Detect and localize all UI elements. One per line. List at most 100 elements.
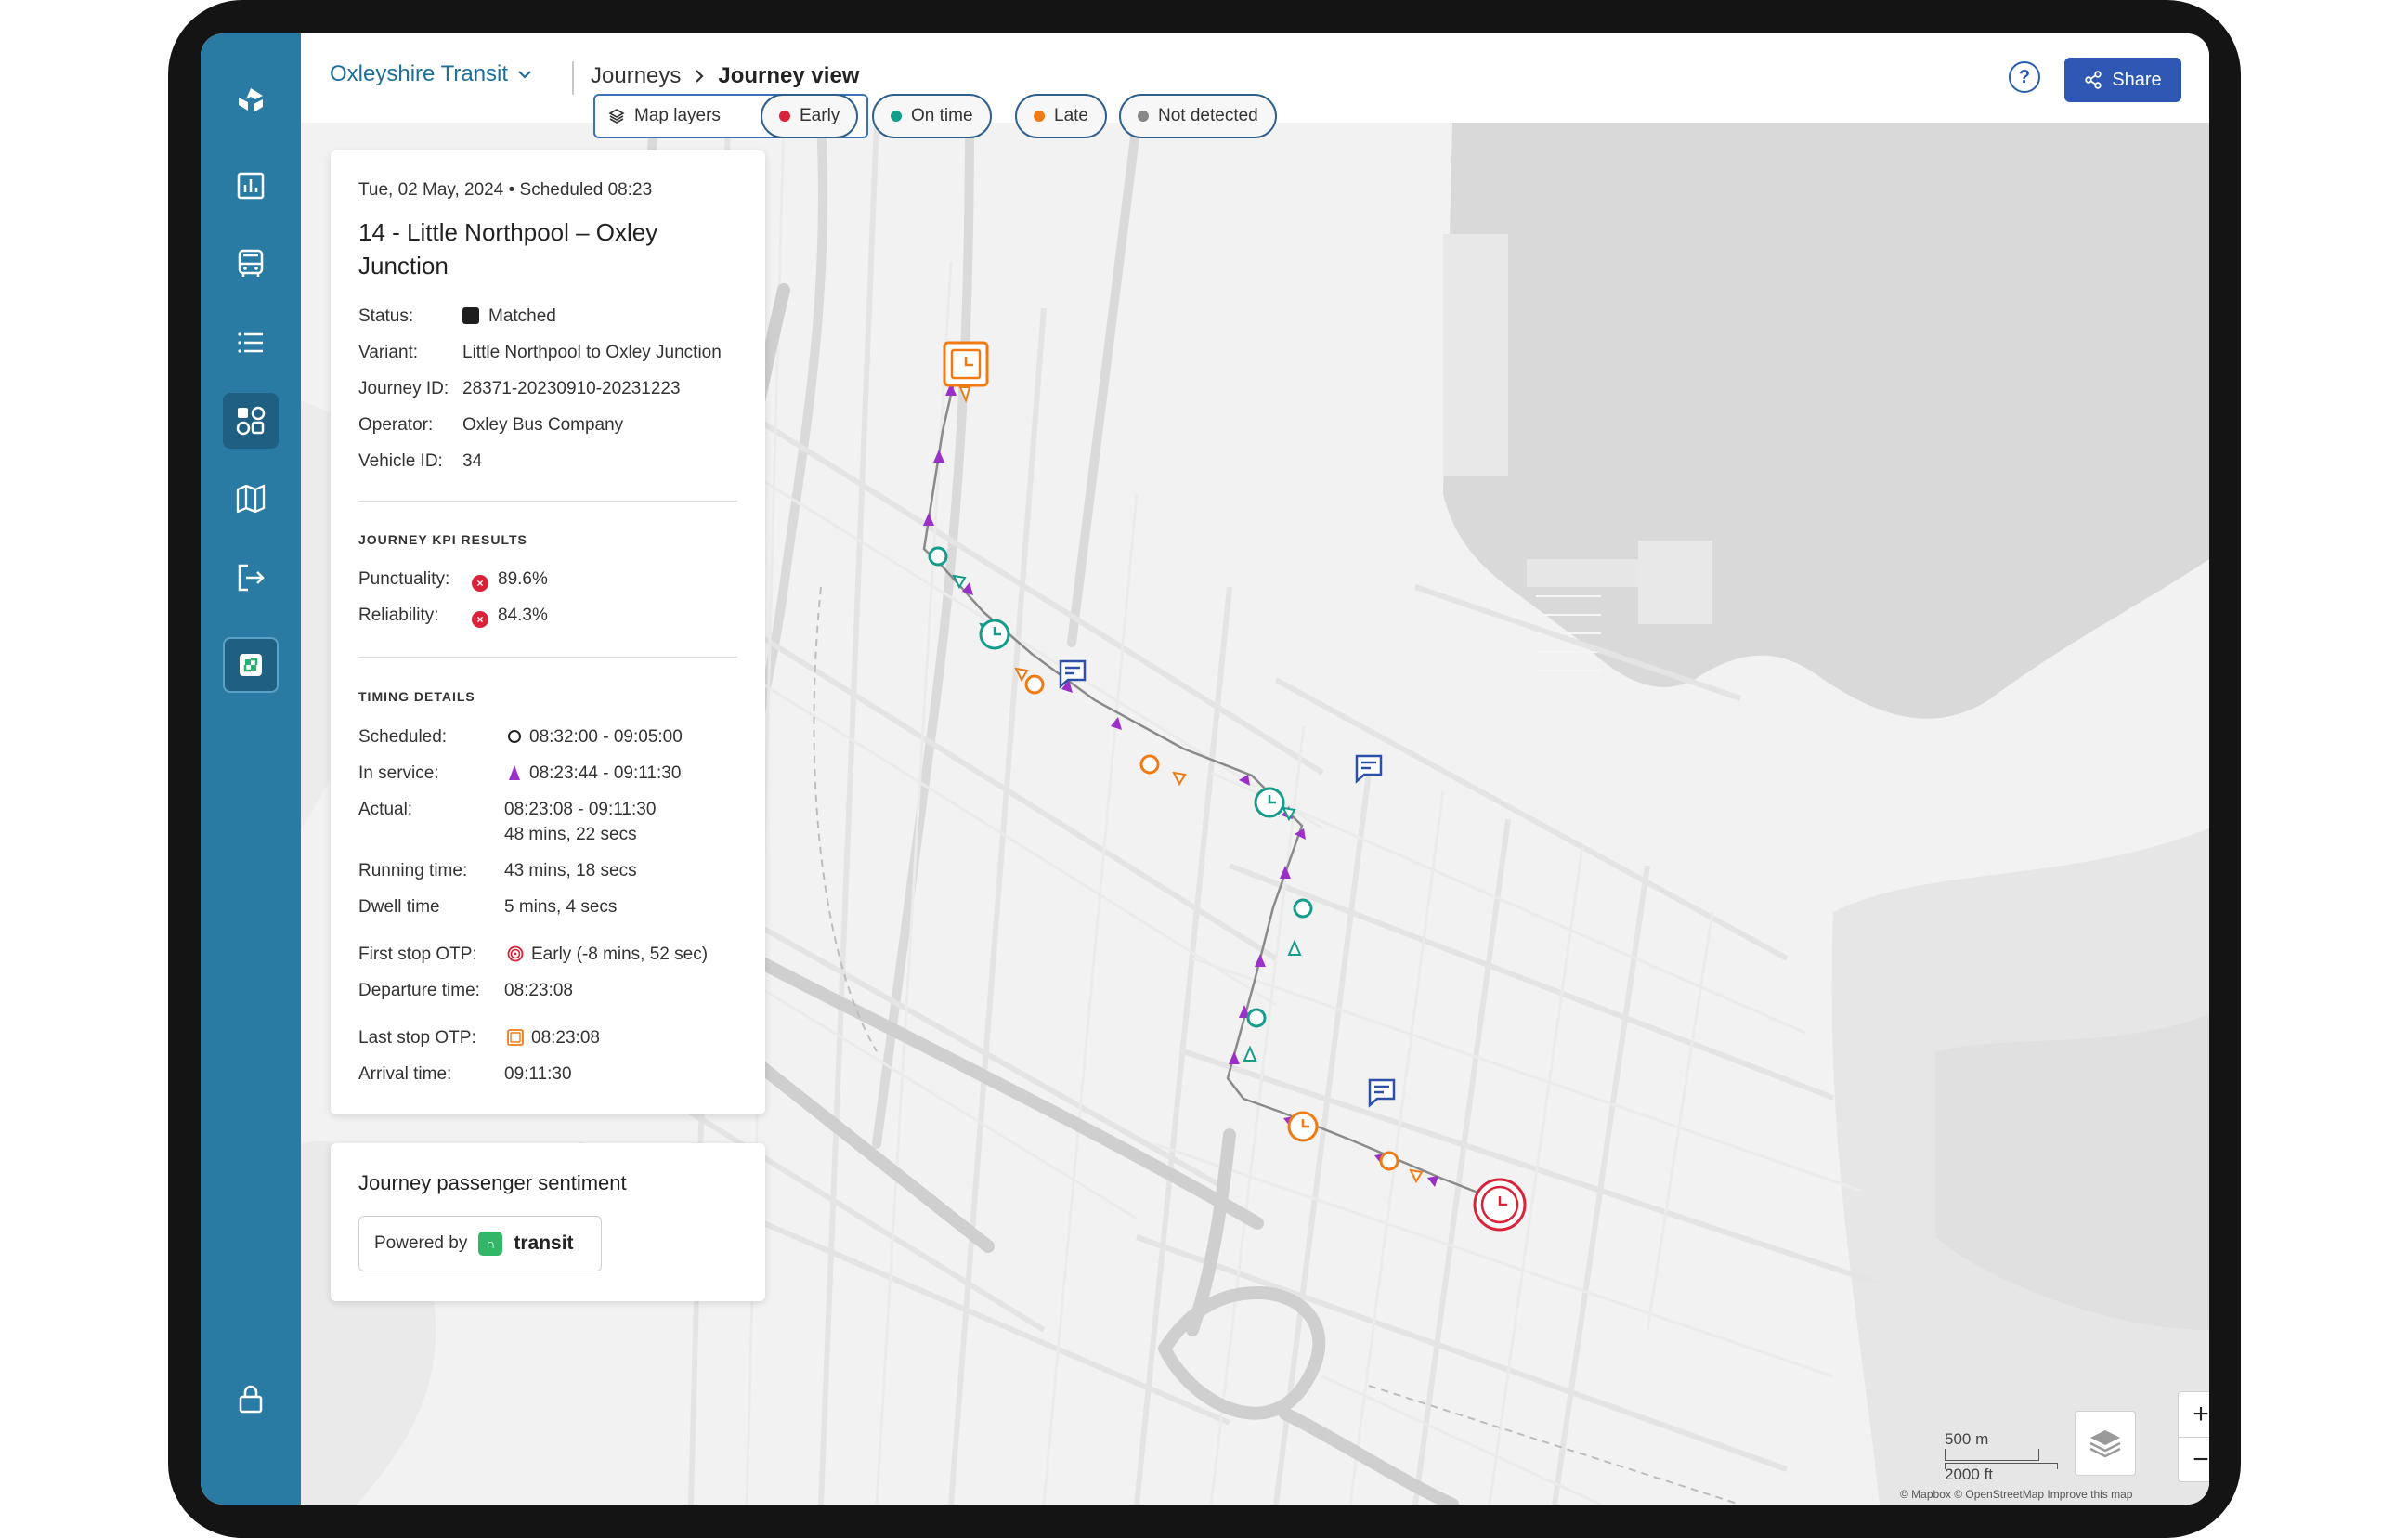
journey-id-row: Journey ID: 28371-20230910-20231223 xyxy=(358,379,681,399)
punctuality-value: 89.6% xyxy=(498,569,548,589)
running-time-value: 43 mins, 18 secs xyxy=(504,861,637,880)
status-row: Status: Matched xyxy=(358,306,556,327)
arrival-time-label: Arrival time: xyxy=(358,1064,452,1084)
actual-value: 08:23:08 - 09:11:30 xyxy=(504,800,657,819)
journey-date: Tue, 02 May, 2024 • Scheduled 08:23 xyxy=(358,180,653,200)
in-service-row: In service: 08:23:44 - 09:11:30 xyxy=(358,763,681,784)
scale-bar xyxy=(1945,1449,2039,1461)
divider xyxy=(358,657,737,658)
passenger-sentiment-panel: Journey passenger sentiment Powered by ∩… xyxy=(331,1143,765,1301)
on-time-dot-icon xyxy=(891,111,902,122)
dwell-time-value: 5 mins, 4 secs xyxy=(504,897,618,917)
share-button[interactable]: Share xyxy=(2064,58,2181,102)
departure-time-label: Departure time: xyxy=(358,981,480,1000)
scheduled-circle-icon xyxy=(508,730,521,743)
journey-id-value: 28371-20230910-20231223 xyxy=(462,379,681,398)
share-label: Share xyxy=(2112,69,2162,90)
legend-late-chip[interactable]: Late xyxy=(1015,94,1107,138)
bus-icon[interactable] xyxy=(223,236,279,292)
legend-late-label: Late xyxy=(1054,106,1088,125)
powered-by-transit[interactable]: Powered by ∩ transit xyxy=(358,1216,602,1271)
legend-not-detected-chip[interactable]: Not detected xyxy=(1119,94,1277,138)
actual-row: Actual: 08:23:08 - 09:11:30 xyxy=(358,800,656,820)
divider xyxy=(358,501,737,502)
reliability-value: 84.3% xyxy=(498,606,548,625)
last-stop-otp-label: Last stop OTP: xyxy=(358,1028,476,1048)
departure-time-value: 08:23:08 xyxy=(504,981,573,1000)
journey-title: 14 - Little Northpool – Oxley Junction xyxy=(358,218,658,280)
operator-label: Operator: xyxy=(358,415,434,435)
layers-icon xyxy=(608,109,625,124)
layers-toggle-button[interactable] xyxy=(2075,1411,2136,1476)
journey-id-label: Journey ID: xyxy=(358,379,449,398)
running-time-label: Running time: xyxy=(358,861,468,880)
reliability-label: Reliability: xyxy=(358,606,439,625)
zoom-in-button[interactable]: + xyxy=(2179,1392,2209,1438)
breadcrumb-journeys[interactable]: Journeys xyxy=(591,63,681,89)
last-stop-otp-row: Last stop OTP: 08:23:08 xyxy=(358,1028,600,1049)
sidebar xyxy=(201,33,301,1505)
chevron-right-icon xyxy=(696,70,704,83)
scale-metric: 500 m xyxy=(1945,1430,1989,1448)
transit-logo-icon: ∩ xyxy=(478,1232,503,1256)
early-dot-icon xyxy=(779,111,790,122)
header-divider xyxy=(572,61,574,95)
map-attribution[interactable]: © Mapbox © OpenStreetMap Improve this ma… xyxy=(1900,1488,2132,1501)
actual-duration: 48 mins, 22 secs xyxy=(504,825,637,844)
route-arrows xyxy=(923,383,1438,1187)
list-icon[interactable] xyxy=(223,315,279,371)
logout-icon[interactable] xyxy=(223,550,279,606)
logo-icon[interactable] xyxy=(223,74,279,130)
zoom-control: + − xyxy=(2178,1391,2209,1482)
late-dot-icon xyxy=(1034,111,1045,122)
powered-by-label: Powered by xyxy=(374,1233,468,1253)
legend-not-detected-label: Not detected xyxy=(1158,106,1258,125)
scheduled-value: 08:32:00 - 09:05:00 xyxy=(529,727,683,747)
map-icon[interactable] xyxy=(223,471,279,527)
org-name: Oxleyshire Transit xyxy=(330,61,509,86)
late-clock-icon xyxy=(1287,1111,1319,1142)
actual-label: Actual: xyxy=(358,800,413,819)
operator-value: Oxley Bus Company xyxy=(462,415,624,435)
breadcrumb-current: Journey view xyxy=(718,63,860,88)
scale-imperial: 2000 ft xyxy=(1945,1466,1993,1483)
arrival-time-row: Arrival time: 09:11:30 xyxy=(358,1064,572,1085)
punctuality-label: Punctuality: xyxy=(358,569,450,589)
breadcrumb: Journeys Journey view xyxy=(591,63,859,89)
help-icon[interactable]: ? xyxy=(2009,61,2040,93)
early-target-icon xyxy=(507,945,524,962)
app-screen: Oxleyshire Transit Journeys Journey view… xyxy=(201,33,2209,1505)
vehicle-id-row: Vehicle ID: 34 xyxy=(358,451,482,472)
fail-icon: × xyxy=(472,611,488,628)
dwell-time-label: Dwell time xyxy=(358,897,440,917)
legend-early-chip[interactable]: Early xyxy=(761,94,859,138)
org-switcher[interactable]: Oxleyshire Transit xyxy=(330,61,532,87)
scheduled-label: Scheduled: xyxy=(358,727,448,747)
arrival-time-value: 09:11:30 xyxy=(504,1064,572,1084)
scheduled-row: Scheduled: 08:32:00 - 09:05:00 xyxy=(358,727,683,748)
first-stop-otp-label: First stop OTP: xyxy=(358,945,477,964)
legend-early-label: Early xyxy=(800,106,840,125)
app-icon[interactable] xyxy=(223,637,279,693)
departure-time-row: Departure time: 08:23:08 xyxy=(358,981,573,1001)
vehicle-id-label: Vehicle ID: xyxy=(358,451,443,471)
journey-details-panel: Tue, 02 May, 2024 • Scheduled 08:23 14 -… xyxy=(331,150,765,1114)
timing-heading: TIMING DETAILS xyxy=(358,689,475,704)
last-stop-otp-value: 08:23:08 xyxy=(531,1028,600,1048)
sentiment-title: Journey passenger sentiment xyxy=(358,1171,627,1194)
dashboard-icon[interactable] xyxy=(223,393,279,449)
variant-row: Variant: Little Northpool to Oxley Junct… xyxy=(358,343,722,363)
vehicle-id-value: 34 xyxy=(462,451,483,471)
legend-on-time-chip[interactable]: On time xyxy=(872,94,992,138)
chart-icon[interactable] xyxy=(223,158,279,214)
reliability-row: Reliability: × 84.3% xyxy=(358,606,548,628)
share-icon xyxy=(2085,71,2102,89)
first-stop-otp-row: First stop OTP: Early (-8 mins, 52 sec) xyxy=(358,945,708,965)
status-label: Status: xyxy=(358,306,414,326)
variant-value: Little Northpool to Oxley Junction xyxy=(462,343,722,362)
lock-icon[interactable] xyxy=(223,1371,279,1427)
transit-brand: transit xyxy=(514,1232,574,1254)
status-value: Matched xyxy=(488,306,556,326)
kpi-heading: JOURNEY KPI RESULTS xyxy=(358,532,527,547)
zoom-out-button[interactable]: − xyxy=(2179,1438,2209,1482)
